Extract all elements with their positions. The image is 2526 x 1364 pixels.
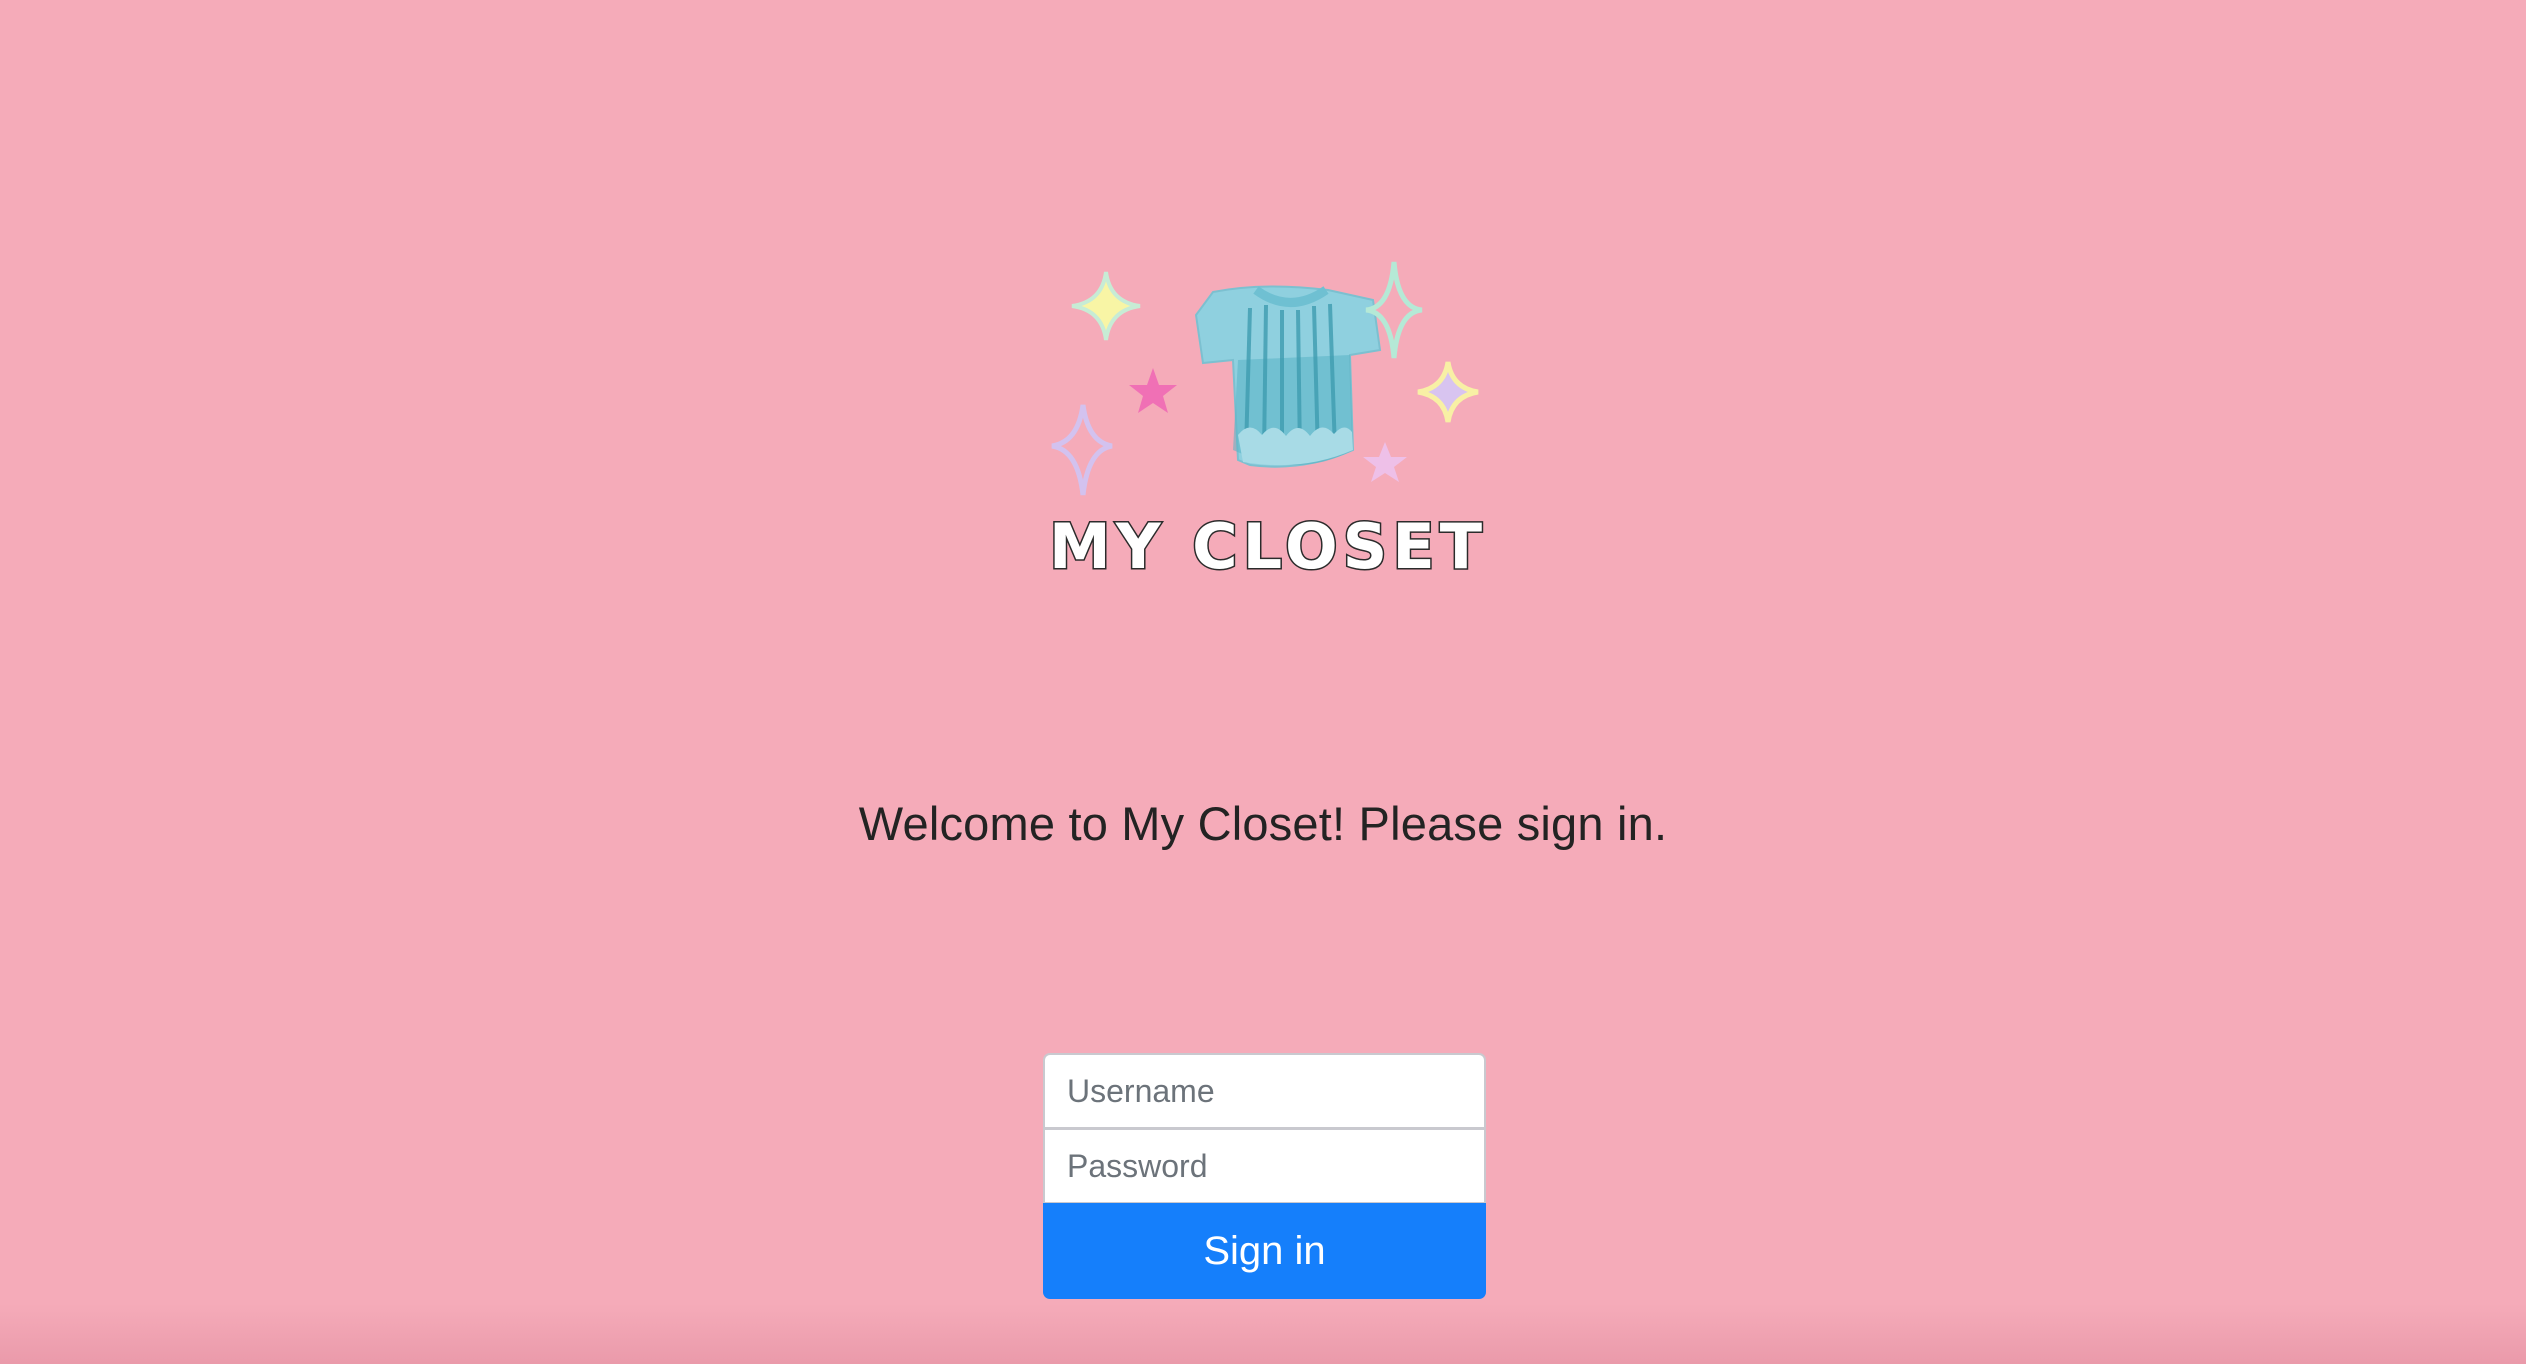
- welcome-heading: Welcome to My Closet! Please sign in.: [858, 797, 1668, 850]
- sign-in-button[interactable]: Sign in: [1043, 1203, 1486, 1299]
- shirt-with-sparkles-logo: MY CLOSET: [1048, 261, 1487, 585]
- bottom-edge-shadow: [0, 1304, 2526, 1364]
- sign-in-form: Sign in: [1043, 1053, 1486, 1299]
- sparkle-icon: [1417, 361, 1479, 423]
- password-input[interactable]: [1043, 1128, 1486, 1204]
- sparkle-icon: [1051, 404, 1113, 496]
- star-icon: [1363, 442, 1407, 482]
- username-input[interactable]: [1043, 1053, 1486, 1129]
- app-logo: MY CLOSET: [1028, 250, 1498, 600]
- login-page: MY CLOSET Welcome to My Closet! Please s…: [0, 0, 2526, 1364]
- shirt-icon: [1194, 285, 1382, 468]
- logo-title: MY CLOSET: [1049, 510, 1487, 583]
- star-icon: [1129, 368, 1177, 413]
- sparkle-icon: [1071, 271, 1141, 341]
